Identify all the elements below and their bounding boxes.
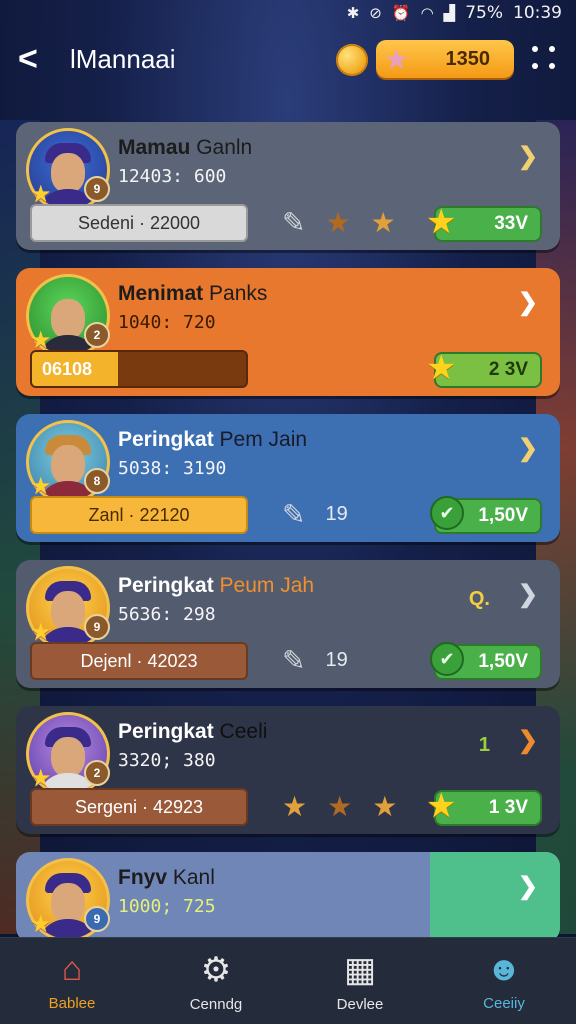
bottom-nav: ⌂ Bablee ⚙ Cenndg ▦ Devlee ☻ Ceeiiy bbox=[0, 937, 576, 1024]
nav-devices[interactable]: ▦ Devlee bbox=[310, 950, 410, 1013]
player-card[interactable]: ★ 9 Peringkat Peum Jah 5636: 298 Q. ❯ De… bbox=[16, 560, 560, 688]
progress-bar: Sedeni · 22000 bbox=[30, 204, 248, 242]
item-icons: ✎ 19 bbox=[282, 644, 348, 677]
reward-badge[interactable]: ✔ 1,50V bbox=[430, 642, 542, 680]
star-icon: ★ bbox=[426, 203, 457, 241]
signal-icon: ▟ bbox=[443, 4, 456, 22]
level-badge: 9 bbox=[84, 176, 110, 202]
level-badge: 2 bbox=[84, 760, 110, 786]
nav-home[interactable]: ⌂ Bablee bbox=[22, 950, 122, 1012]
coin-icon[interactable] bbox=[336, 44, 368, 76]
check-icon: ✔ bbox=[430, 642, 464, 676]
level-badge: 2 bbox=[84, 322, 110, 348]
star-icon: ★ bbox=[426, 349, 457, 387]
player-card[interactable]: ★ 9 Mamau Ganln 12403: 600 ❯ Sedeni · 22… bbox=[16, 122, 560, 250]
bluetooth-icon: ✱ bbox=[346, 4, 360, 22]
reward-badge[interactable]: ✔ 1,50V bbox=[430, 496, 542, 534]
profile-icon: ☻ bbox=[486, 950, 522, 988]
level-badge: 9 bbox=[84, 614, 110, 640]
chevron-right-icon[interactable]: ❯ bbox=[518, 872, 538, 901]
player-name: Menimat Panks bbox=[118, 282, 268, 305]
top-bar: < lMannaai ★ 1350 bbox=[0, 34, 576, 88]
star-icon: ★ bbox=[30, 911, 52, 938]
player-score: 5636: 298 bbox=[118, 604, 216, 625]
wrench-icon: ✎ bbox=[282, 645, 306, 676]
rank-mark: 1 bbox=[478, 734, 490, 756]
item-count: 19 bbox=[325, 649, 348, 671]
star-icon: ★ bbox=[372, 791, 398, 822]
player-score: 1000; 725 bbox=[118, 896, 216, 917]
mute-icon: ⊘ bbox=[369, 4, 382, 22]
progress-bar: Dejenl · 42023 bbox=[30, 642, 248, 680]
star-icon: ★ bbox=[370, 207, 396, 238]
wrench-icon: ✎ bbox=[282, 499, 306, 530]
player-name: Fnyv Kanl bbox=[118, 866, 215, 889]
item-icons: ✎ ★ ★ bbox=[282, 206, 396, 239]
ranking-list: ★ 9 Mamau Ganln 12403: 600 ❯ Sedeni · 22… bbox=[16, 122, 560, 942]
player-card[interactable]: ★ 9 Fnyv Kanl 1000; 725 ❯ bbox=[16, 852, 560, 942]
player-score: 1040: 720 bbox=[118, 312, 216, 333]
alarm-icon: ⏰ bbox=[391, 4, 411, 22]
wifi-icon: ◠ bbox=[420, 4, 434, 22]
nav-settings[interactable]: ⚙ Cenndg bbox=[166, 950, 266, 1013]
wrench-icon: ✎ bbox=[282, 207, 306, 238]
progress-bar: 06108 bbox=[30, 350, 248, 388]
device-icon: ▦ bbox=[343, 950, 377, 989]
chevron-right-icon[interactable]: ❯ bbox=[518, 726, 538, 755]
item-icons: ✎ 19 bbox=[282, 498, 348, 531]
player-score: 3320; 380 bbox=[118, 750, 216, 771]
star-icon: ★ bbox=[327, 791, 353, 822]
menu-button[interactable] bbox=[532, 46, 558, 72]
home-icon: ⌂ bbox=[61, 950, 83, 988]
progress-bar: Sergeni · 42923 bbox=[30, 788, 248, 826]
player-score: 12403: 600 bbox=[118, 166, 227, 187]
player-score: 5038: 3190 bbox=[118, 458, 227, 479]
progress-bar: Zanl · 22120 bbox=[30, 496, 248, 534]
star-icon: ★ bbox=[384, 44, 410, 75]
item-icons: ★ ★ ★ bbox=[282, 790, 397, 823]
player-card[interactable]: ★ 2 Menimat Panks 1040: 720 ❯ 06108 ★ 2 … bbox=[16, 268, 560, 396]
star-icon: ★ bbox=[282, 791, 308, 822]
chevron-right-icon[interactable]: ❯ bbox=[518, 288, 538, 317]
item-count: 19 bbox=[325, 503, 348, 525]
star-icon: ★ bbox=[325, 207, 351, 238]
back-button[interactable]: < bbox=[18, 40, 38, 79]
status-bar: ✱ ⊘ ⏰ ◠ ▟ 75% 10:39 bbox=[0, 0, 576, 26]
level-badge: 9 bbox=[84, 906, 110, 932]
clock: 10:39 bbox=[513, 3, 562, 23]
check-icon: ✔ bbox=[430, 496, 464, 530]
player-name: Peringkat Peum Jah bbox=[118, 574, 315, 597]
player-name: Peringkat Ceeli bbox=[118, 720, 268, 743]
player-name: Mamau Ganln bbox=[118, 136, 253, 159]
chevron-right-icon[interactable]: ❯ bbox=[518, 142, 538, 171]
balance-badge[interactable]: ★ 1350 bbox=[376, 40, 514, 78]
balance-value: 1350 bbox=[445, 48, 491, 70]
page-title: lMannaai bbox=[70, 44, 176, 74]
chevron-right-icon[interactable]: ❯ bbox=[518, 434, 538, 463]
reward-badge[interactable]: ★ 2 3V bbox=[426, 349, 542, 388]
star-icon: ★ bbox=[426, 787, 457, 825]
level-badge: 8 bbox=[84, 468, 110, 494]
gear-icon: ⚙ bbox=[200, 950, 232, 989]
player-name: Peringkat Pem Jain bbox=[118, 428, 308, 451]
chevron-right-icon[interactable]: ❯ bbox=[518, 580, 538, 609]
battery-level: 75% bbox=[465, 3, 503, 23]
nav-profile[interactable]: ☻ Ceeiiy bbox=[454, 950, 554, 1012]
player-card[interactable]: ★ 2 Peringkat Ceeli 3320; 380 1 ❯ Sergen… bbox=[16, 706, 560, 834]
rank-mark: Q. bbox=[468, 588, 490, 610]
player-card[interactable]: ★ 8 Peringkat Pem Jain 5038: 3190 ❯ Zanl… bbox=[16, 414, 560, 542]
reward-badge[interactable]: ★ 1 3V bbox=[426, 787, 542, 826]
reward-badge[interactable]: ★ 33V bbox=[426, 203, 542, 242]
